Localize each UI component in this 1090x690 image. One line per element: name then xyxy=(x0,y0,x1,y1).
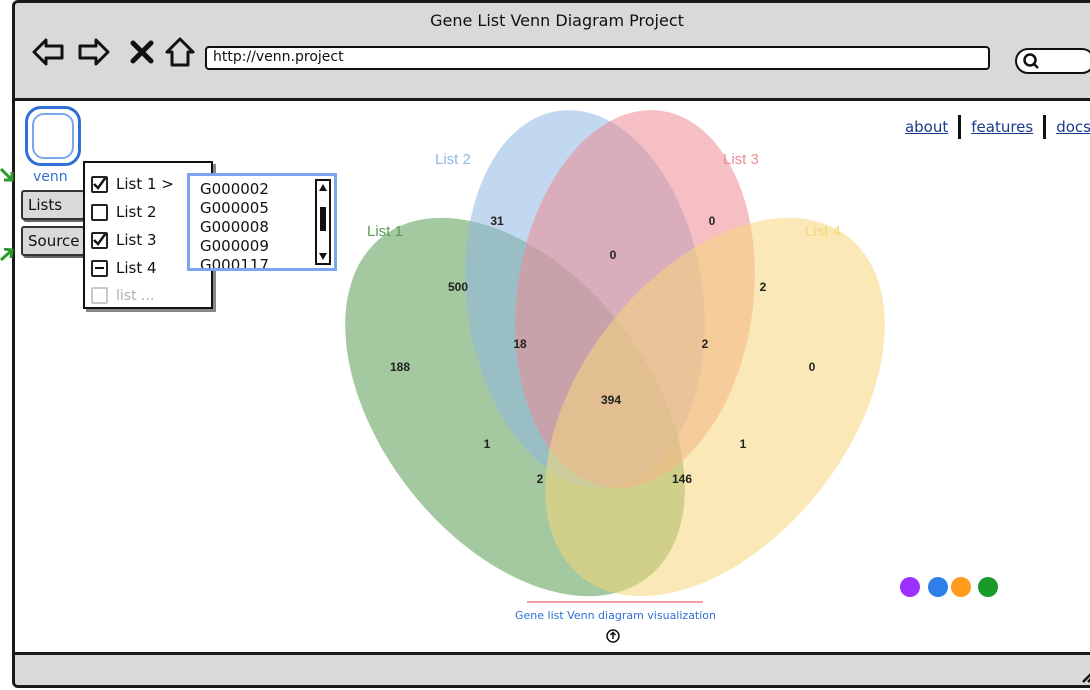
region-count: 2 xyxy=(537,472,544,486)
stop-icon[interactable] xyxy=(125,35,159,69)
color-swatch-orange[interactable] xyxy=(951,577,971,597)
color-swatch-purple[interactable] xyxy=(900,577,920,597)
home-icon[interactable] xyxy=(163,35,197,69)
address-bar[interactable]: http://venn.project xyxy=(205,46,990,70)
diagram-caption: Gene list Venn diagram visualization xyxy=(515,609,717,622)
browser-chrome: Gene List Venn Diagram Project http://ve… xyxy=(15,3,1090,101)
region-count: 188 xyxy=(390,360,410,374)
region-count: 1 xyxy=(740,437,747,451)
venn-diagram: List 1 List 2 List 3 List 4 188 500 31 0… xyxy=(345,110,885,597)
region-count: 0 xyxy=(610,248,617,262)
set-label-list-4: List 4 xyxy=(805,223,841,240)
back-arrow-icon[interactable] xyxy=(31,35,65,69)
color-swatch-green[interactable] xyxy=(978,577,998,597)
resize-grip-icon[interactable] xyxy=(1077,665,1090,683)
window-title: Gene List Venn Diagram Project xyxy=(430,11,684,30)
annotation-arrow-icon xyxy=(0,248,14,262)
region-count: 31 xyxy=(490,214,504,228)
region-count: 2 xyxy=(702,337,709,351)
status-bar xyxy=(15,652,1090,685)
region-count: 0 xyxy=(709,214,716,228)
region-count: 2 xyxy=(760,280,767,294)
browser-search-box[interactable] xyxy=(1015,48,1090,74)
set-label-list-1: List 1 xyxy=(367,223,403,240)
set-label-list-2: List 2 xyxy=(435,151,471,168)
region-count: 0 xyxy=(809,360,816,374)
region-count: 1 xyxy=(484,437,491,451)
region-count: 18 xyxy=(513,337,527,351)
region-count: 394 xyxy=(601,393,621,407)
browser-window: Gene List Venn Diagram Project http://ve… xyxy=(12,0,1090,688)
region-count: 500 xyxy=(448,280,468,294)
region-count: 146 xyxy=(672,472,692,486)
forward-arrow-icon[interactable] xyxy=(77,35,111,69)
caption-underline xyxy=(527,601,703,603)
info-icon[interactable] xyxy=(606,629,620,643)
search-icon xyxy=(1023,53,1039,69)
color-swatch-blue[interactable] xyxy=(928,577,948,597)
annotation-arrow-icon xyxy=(0,168,14,182)
set-label-list-3: List 3 xyxy=(723,151,759,168)
